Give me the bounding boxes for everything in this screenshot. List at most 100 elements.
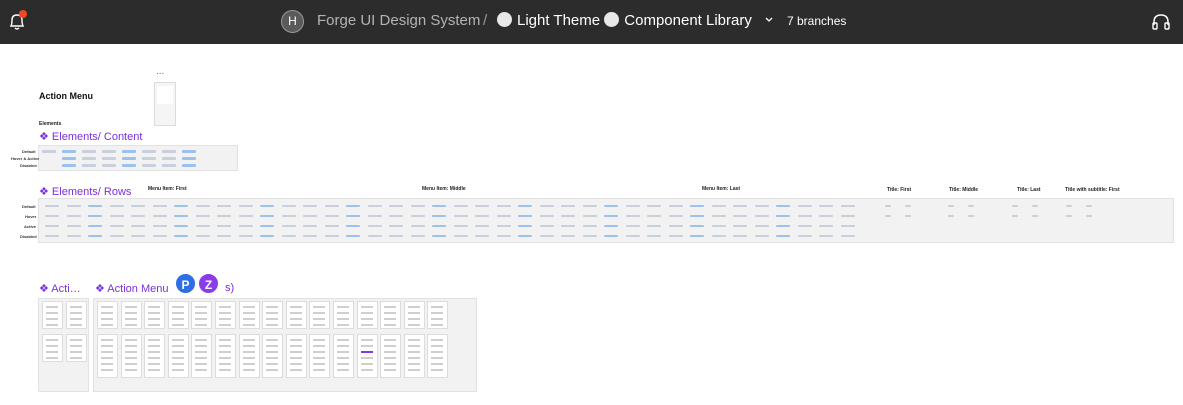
placeholder-line xyxy=(148,369,161,371)
placeholder-line xyxy=(219,369,231,371)
placeholder-cell xyxy=(776,235,790,237)
component-section-title[interactable]: ❖ Elements/ Rows xyxy=(39,185,131,198)
placeholder-cell xyxy=(182,157,196,160)
placeholder-cell xyxy=(432,215,446,217)
project-name[interactable]: Forge UI Design System xyxy=(317,12,480,30)
placeholder-cell xyxy=(582,215,597,217)
component-section-title[interactable]: ❖ Action Menu xyxy=(95,282,168,295)
menu-card xyxy=(97,301,118,329)
placeholder-cell xyxy=(797,225,812,227)
placeholder-cell xyxy=(733,225,747,227)
headphones-icon[interactable] xyxy=(1150,11,1172,33)
placeholder-cell xyxy=(260,225,274,227)
placeholder-cell xyxy=(453,235,468,237)
placeholder-line xyxy=(360,339,373,341)
placeholder-cell xyxy=(754,215,769,217)
placeholder-cell xyxy=(217,225,231,227)
user-avatar[interactable]: H xyxy=(281,10,304,33)
placeholder-line xyxy=(337,363,349,365)
placeholder-line xyxy=(171,357,184,359)
placeholder-cell xyxy=(819,205,833,207)
placeholder-line xyxy=(266,312,279,314)
placeholder-line xyxy=(219,363,231,365)
placeholder-cell xyxy=(1012,205,1018,207)
file-name-part-2: Component Library xyxy=(624,12,752,29)
menu-card xyxy=(215,301,236,329)
placeholder-line xyxy=(431,339,444,341)
placeholder-cell xyxy=(561,225,575,227)
component-section-title[interactable]: ❖ Acti… xyxy=(39,282,81,295)
placeholder-cell xyxy=(711,235,726,237)
placeholder-cell xyxy=(346,235,360,237)
placeholder-line xyxy=(360,306,373,308)
placeholder-cell xyxy=(539,215,554,217)
placeholder-line xyxy=(431,312,444,314)
design-canvas[interactable]: Action Menu ... Elements ❖ Elements/ Con… xyxy=(0,44,1183,405)
placeholder-line xyxy=(242,306,255,308)
menu-card xyxy=(356,334,378,378)
placeholder-cell xyxy=(625,235,640,237)
placeholder-cell xyxy=(238,205,253,207)
placeholder-line xyxy=(289,351,302,353)
placeholder-cell xyxy=(88,225,102,227)
placeholder-line xyxy=(148,363,161,365)
placeholder-cell xyxy=(625,205,640,207)
placeholder-cell xyxy=(131,205,145,207)
placeholder-cell xyxy=(217,215,231,217)
placeholder-line xyxy=(313,312,326,314)
placeholder-line xyxy=(124,339,137,341)
placeholder-cell xyxy=(496,225,511,227)
placeholder-line xyxy=(289,312,302,314)
menu-card xyxy=(66,301,87,329)
frame-thumbnail[interactable] xyxy=(154,82,176,126)
placeholder-line xyxy=(360,369,373,371)
column-heading: Menu Item: Last xyxy=(702,186,741,192)
placeholder-line xyxy=(407,312,420,314)
chevron-down-icon[interactable] xyxy=(764,14,774,26)
menu-card xyxy=(66,334,87,362)
placeholder-line xyxy=(337,345,349,347)
placeholder-line xyxy=(384,345,397,347)
placeholder-cell xyxy=(668,225,683,227)
placeholder-line xyxy=(313,324,326,326)
collaborator-avatar[interactable]: Z xyxy=(197,272,220,295)
placeholder-line xyxy=(384,306,397,308)
placeholder-line xyxy=(337,351,349,353)
placeholder-line xyxy=(70,306,82,308)
placeholder-cell xyxy=(346,215,360,217)
menu-card xyxy=(285,301,307,329)
placeholder-cell xyxy=(968,215,974,217)
column-heading: Title with subtitle: First xyxy=(1065,187,1120,193)
placeholder-line xyxy=(171,339,184,341)
placeholder-cell xyxy=(475,225,489,227)
file-name[interactable]: Light Theme Component Library xyxy=(497,12,752,30)
placeholder-line xyxy=(266,345,279,347)
placeholder-cell xyxy=(122,164,136,167)
placeholder-line xyxy=(70,345,82,347)
placeholder-cell xyxy=(346,205,360,207)
placeholder-cell xyxy=(82,157,96,160)
placeholder-cell xyxy=(195,235,210,237)
placeholder-cell xyxy=(410,225,425,227)
more-options-icon[interactable]: ... xyxy=(156,66,164,77)
placeholder-line xyxy=(384,312,397,314)
placeholder-line xyxy=(195,363,208,365)
branches-button[interactable]: 7 branches xyxy=(787,14,846,28)
placeholder-line xyxy=(407,351,420,353)
placeholder-line xyxy=(313,369,326,371)
placeholder-line xyxy=(242,339,255,341)
placeholder-line xyxy=(101,345,113,347)
menu-card xyxy=(262,334,284,378)
placeholder-cell xyxy=(582,235,597,237)
placeholder-line xyxy=(219,339,231,341)
placeholder-cell xyxy=(496,235,511,237)
placeholder-line xyxy=(313,363,326,365)
placeholder-line xyxy=(124,351,137,353)
menu-card xyxy=(238,334,260,378)
collaborator-avatar[interactable]: P xyxy=(174,272,197,295)
placeholder-cell xyxy=(582,205,597,207)
component-section-title[interactable]: ❖ Elements/ Content xyxy=(39,130,142,143)
placeholder-line xyxy=(384,324,397,326)
placeholder-cell xyxy=(367,235,382,237)
placeholder-cell xyxy=(131,225,145,227)
